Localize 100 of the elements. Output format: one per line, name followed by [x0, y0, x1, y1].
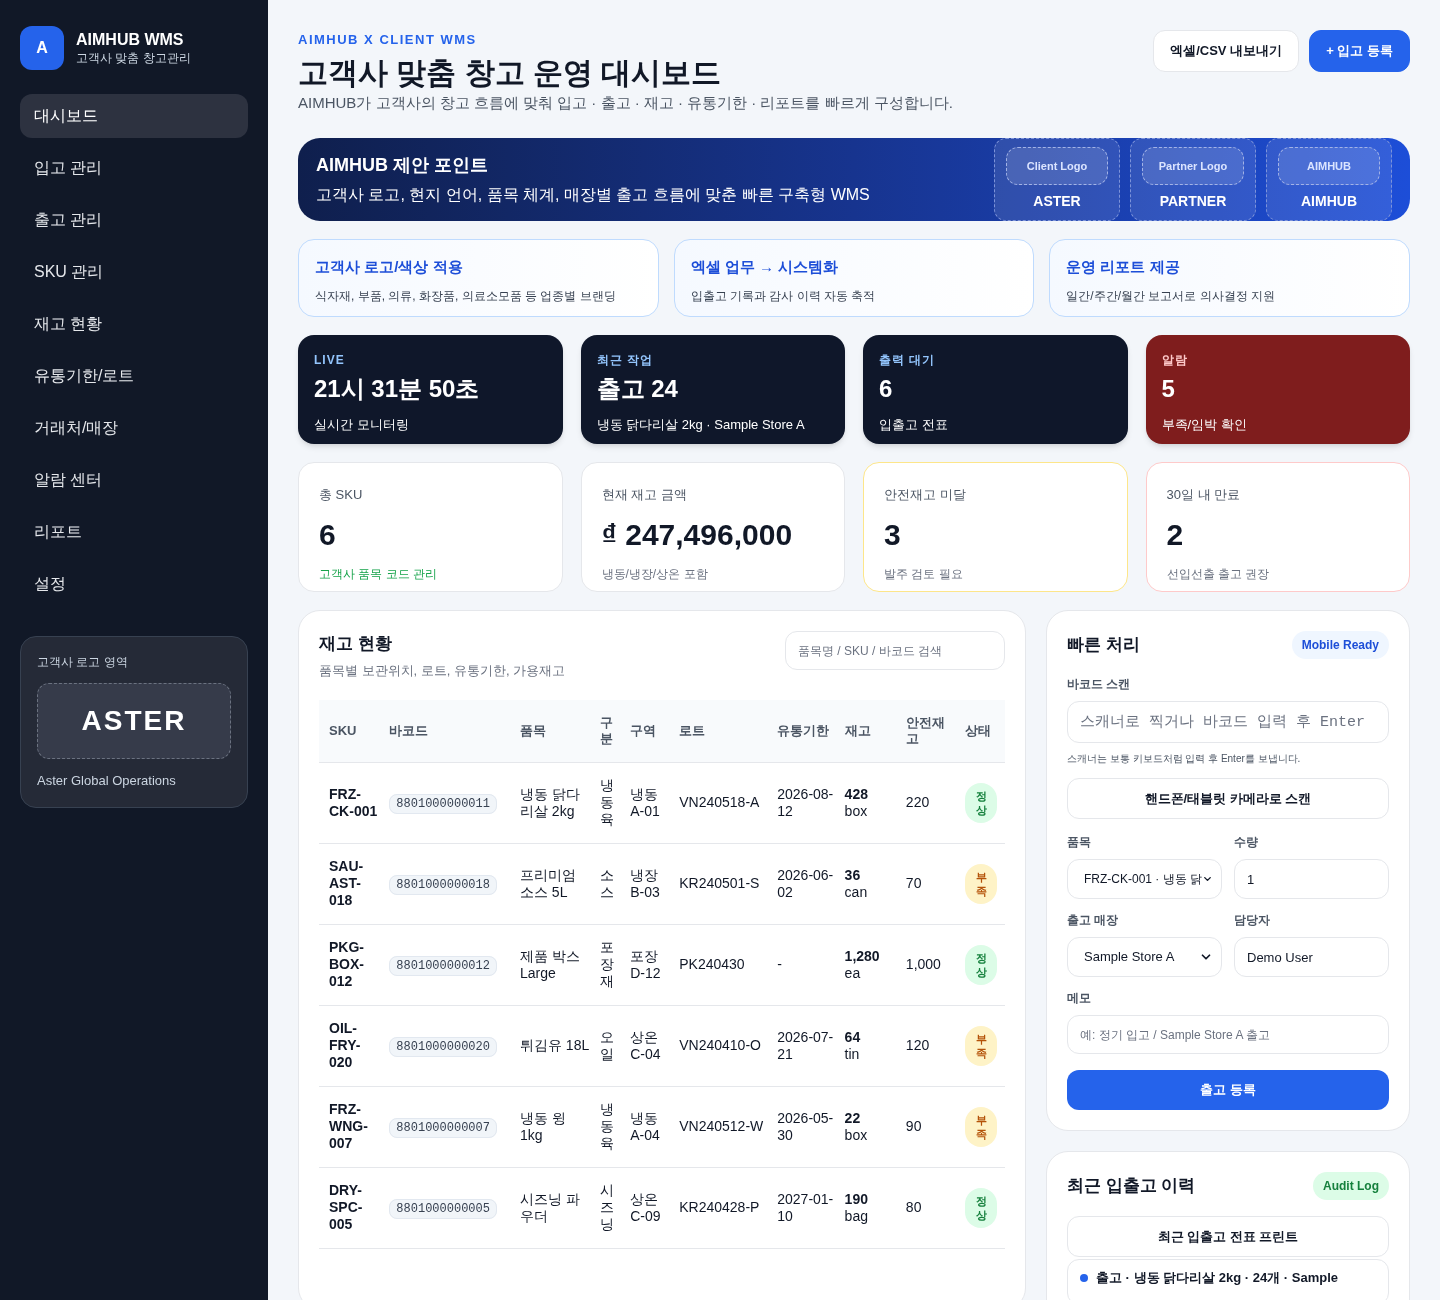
brand-name: AIMHUB WMS [76, 30, 185, 50]
nav-item[interactable]: 재고 현황 [20, 302, 248, 346]
status-value: 출고 24 [596, 374, 679, 404]
kpi-value: 2 [1166, 516, 1185, 553]
feature-text: 일간/주간/월간 보고서로 의사결정 지원 [1066, 287, 1276, 305]
entry-text: 출고 · 냉동 닭다리살 2kg · 24개 · Sample [1096, 1269, 1338, 1287]
brand-subtitle: 고객사 맞춤 창고관리 [76, 50, 191, 66]
banner-title: AIMHUB 제안 포인트 [316, 154, 489, 177]
item-cell: 시즈닝 파우더 [515, 1167, 595, 1248]
column-header: 재고 [839, 700, 901, 762]
nav-item[interactable]: 거래처/매장 [20, 406, 248, 450]
stock-cell: 428 box [839, 762, 901, 843]
store-select[interactable]: Sample Store A [1067, 937, 1222, 977]
search-field[interactable]: 품목명 / SKU / 바코드 검색 [785, 631, 1005, 670]
zone-cell: 냉장 B-03 [625, 843, 675, 924]
column-header: 구분 [594, 700, 626, 762]
staff-field[interactable]: Demo User [1234, 937, 1389, 977]
feature-title: 엑셀 업무 → 시스템화 [690, 257, 840, 277]
column-header: SKU [319, 700, 385, 762]
nav-item[interactable]: 유통기한/로트 [20, 354, 248, 398]
safety-stock-cell: 80 [900, 1167, 961, 1248]
sku-cell: DRY-SPC-005 [319, 1167, 385, 1248]
safety-stock-cell: 220 [900, 762, 961, 843]
logo-tag: Partner Logo [1142, 147, 1244, 185]
audit-log-badge: Audit Log [1313, 1172, 1389, 1200]
expiry-cell: 2026-05-30 [772, 1086, 840, 1167]
nav-item[interactable]: 리포트 [20, 510, 248, 554]
client-logo: ASTER [37, 683, 231, 759]
zone-cell: 상온 C-04 [625, 1005, 675, 1086]
brand-logo: A [20, 26, 64, 70]
nav-item[interactable]: SKU 관리 [20, 250, 248, 294]
column-header: 품목 [515, 700, 595, 762]
mobile-ready-badge: Mobile Ready [1291, 631, 1389, 659]
category-cell: 냉동육 [594, 1086, 626, 1167]
card-title: 재고 현황 [319, 633, 393, 655]
kpi-value: ₫ 247,496,000 [601, 516, 794, 553]
kpi-caption: 고객사 품목 코드 관리 [319, 565, 438, 583]
camera-scan-button[interactable]: 핸드폰/태블릿 카메라로 스캔 [1067, 778, 1389, 819]
status-caption: 부족/임박 확인 [1161, 416, 1248, 434]
submit-outbound-button[interactable]: 출고 등록 [1067, 1070, 1389, 1110]
logo-name: AIMHUB [1301, 192, 1357, 211]
barcode-chip: 8801000000020 [389, 1037, 497, 1057]
safety-stock-cell: 90 [900, 1086, 961, 1167]
status-badge: 정상 [965, 782, 998, 823]
stock-cell: 36 can [839, 843, 901, 924]
kpi-caption: 발주 검토 필요 [884, 565, 964, 583]
field-label: 바코드 스캔 [1067, 676, 1132, 693]
sku-cell: OIL-FRY-020 [319, 1005, 385, 1086]
quantity-field[interactable]: 1 [1234, 859, 1389, 899]
stock-cell: 190 bag [839, 1167, 901, 1248]
lot-cell: VN240410-O [674, 1005, 773, 1086]
status-value: 5 [1161, 374, 1176, 404]
nav-item[interactable]: 출고 관리 [20, 198, 248, 242]
field-label: 메모 [1067, 990, 1092, 1007]
item-cell: 제품 박스 Large [515, 924, 595, 1005]
item-select[interactable]: FRZ-CK-001 · 냉동 닭 [1067, 859, 1222, 899]
stock-cell: 64 tin [839, 1005, 901, 1086]
status-caption: 입출고 전표 [879, 416, 949, 434]
item-cell: 튀김유 18L [515, 1005, 595, 1086]
memo-field[interactable]: 예: 정기 입고 / Sample Store A 출고 [1067, 1015, 1389, 1054]
nav-item[interactable]: 입고 관리 [20, 146, 248, 190]
status-label: LIVE [314, 352, 346, 369]
logo-tag: Client Logo [1006, 147, 1108, 185]
print-button[interactable]: 최근 입출고 전표 프린트 [1067, 1216, 1389, 1257]
add-inbound-button[interactable]: + 입고 등록 [1309, 30, 1410, 72]
barcode-chip: 8801000000011 [389, 794, 497, 814]
barcode-chip: 8801000000018 [389, 875, 497, 895]
export-button[interactable]: 엑셀/CSV 내보내기 [1153, 30, 1300, 72]
sku-cell: FRZ-WNG-007 [319, 1086, 385, 1167]
field-label: 수량 [1234, 834, 1259, 851]
nav-item[interactable]: 설정 [20, 562, 248, 606]
card-subtitle: 품목별 보관위치, 로트, 유통기한, 가용재고 [319, 661, 566, 680]
sku-cell: FRZ-CK-001 [319, 762, 385, 843]
column-header: 바코드 [384, 700, 515, 762]
safety-stock-cell: 120 [900, 1005, 961, 1086]
logo-name: PARTNER [1159, 192, 1227, 211]
card-title: 최근 입출고 이력 [1067, 1175, 1196, 1198]
status-badge: 부족 [965, 1025, 998, 1066]
expiry-cell: 2026-07-21 [772, 1005, 840, 1086]
lot-cell: KR240428-P [674, 1167, 773, 1248]
stock-cell: 1,280 ea [839, 924, 901, 1005]
category-cell: 오일 [594, 1005, 626, 1086]
kpi-label: 30일 내 만료 [1166, 486, 1242, 504]
field-label: 품목 [1067, 834, 1092, 851]
nav-item[interactable]: 알람 센터 [20, 458, 248, 502]
barcode-scan-field[interactable]: 스캐너로 찍거나 바코드 입력 후 Enter [1067, 701, 1389, 743]
status-badge: 부족 [965, 863, 998, 904]
nav-item[interactable]: 대시보드 [20, 94, 248, 138]
field-label: 담당자 [1234, 912, 1271, 929]
zone-cell: 냉동 A-04 [625, 1086, 675, 1167]
column-header: 안전재고 [900, 700, 961, 762]
item-cell: 프리미엄 소스 5L [515, 843, 595, 924]
banner-text: 고객사 로고, 현지 언어, 품목 체계, 매장별 출고 흐름에 맞춘 빠른 구축형 WMS [316, 185, 870, 205]
status-label: 알람 [1161, 352, 1189, 369]
expiry-cell: 2027-01-10 [772, 1167, 840, 1248]
scan-hint: 스캐너는 보통 키보드처럼 입력 후 Enter를 보냅니다. [1067, 752, 1302, 766]
status-value: 6 [879, 374, 894, 404]
stock-cell: 22 box [839, 1086, 901, 1167]
sku-cell: PKG-BOX-012 [319, 924, 385, 1005]
item-cell: 냉동 닭다리살 2kg [515, 762, 595, 843]
